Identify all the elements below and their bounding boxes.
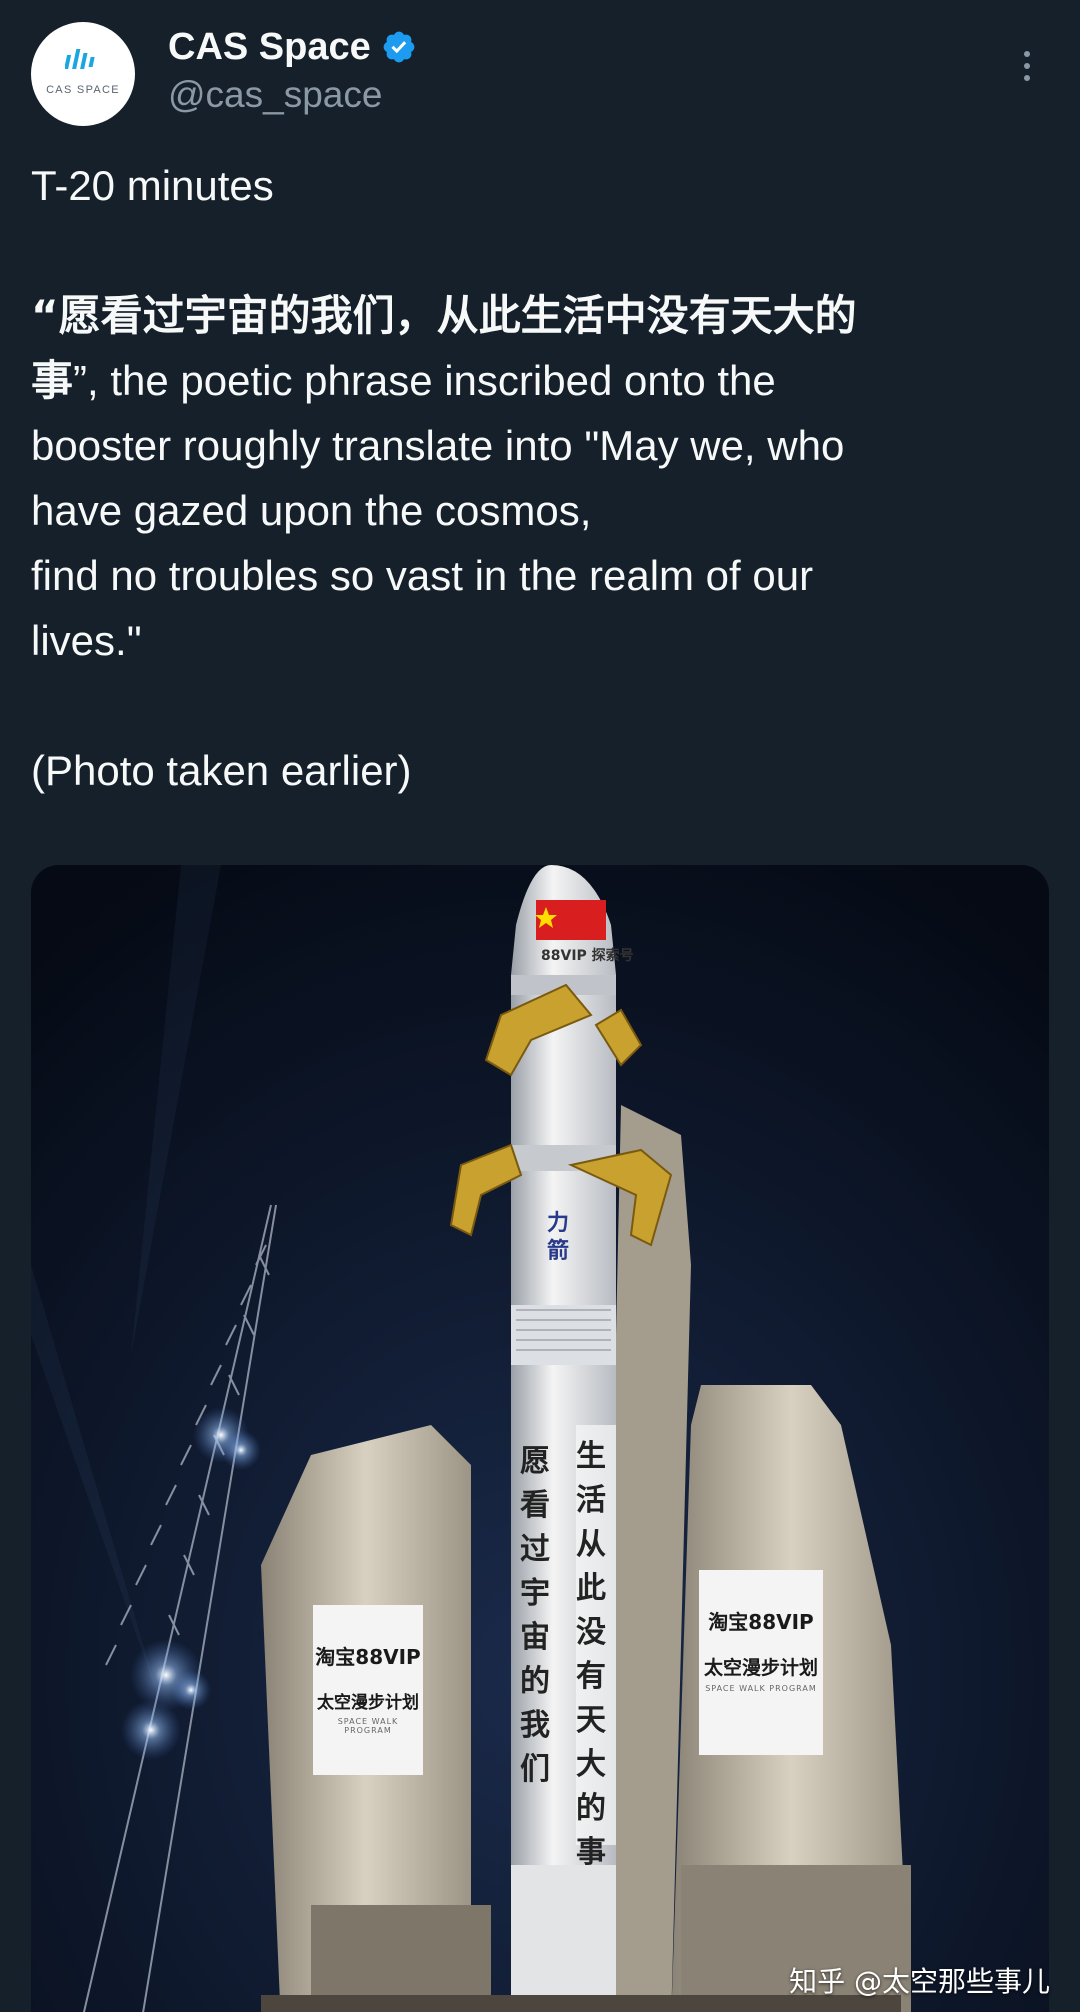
booster-char: 们	[520, 1752, 550, 1787]
booster-right-text: 生 活 从 此 没 有 天 大 的 事	[573, 1435, 609, 1875]
name-row: CAS Space	[168, 22, 417, 72]
more-options-button[interactable]	[1007, 46, 1047, 86]
tweet-photo[interactable]: 88VIP 探索号 力箭 愿 看 过 宇 宙 的 我 们 生 活 从 此 没 有…	[31, 865, 1049, 2012]
tweet-blank-line	[31, 673, 1061, 738]
tweet-line: 事”, the poetic phrase inscribed onto the	[31, 348, 1061, 413]
booster-char: 从	[576, 1527, 606, 1562]
board-brand: 淘宝88VIP	[708, 1610, 814, 1634]
more-dot-icon	[1024, 75, 1030, 81]
watermark: 知乎 @太空那些事儿	[789, 1965, 1050, 1998]
cas-space-logo-icon	[65, 49, 95, 69]
booster-char: 过	[520, 1532, 550, 1567]
board-program: 太空漫步计划	[317, 1693, 419, 1713]
booster-char: 愿	[520, 1444, 550, 1479]
verified-badge-icon	[383, 31, 415, 63]
booster-char: 看	[520, 1488, 550, 1523]
board-program-en: SPACE WALK PROGRAM	[705, 1684, 817, 1693]
sponsor-board-left: 淘宝88VIP 太空漫步计划 SPACE WALK PROGRAM	[313, 1605, 423, 1775]
tweet-blank-line	[31, 218, 1061, 283]
booster-char: 此	[576, 1571, 606, 1606]
rocket-photo-illustration	[31, 865, 1049, 2012]
board-brand: 淘宝88VIP	[315, 1645, 421, 1669]
avatar[interactable]: CAS SPACE	[31, 22, 135, 126]
fairing-label: 88VIP 探索号	[541, 948, 634, 964]
booster-char: 事	[576, 1835, 606, 1870]
booster-char: 的	[520, 1664, 550, 1699]
booster-left-text: 愿 看 过 宇 宙 的 我 们	[517, 1440, 553, 1792]
booster-logo: 力箭	[547, 1211, 570, 1264]
user-handle[interactable]: @cas_space	[168, 74, 382, 116]
avatar-text: CAS SPACE	[46, 84, 120, 96]
more-dot-icon	[1024, 51, 1030, 57]
booster-char: 我	[520, 1708, 550, 1743]
tweet-text: T-20 minutes “愿看过宇宙的我们，从此生活中没有天大的 事”, th…	[31, 153, 1061, 803]
booster-char: 活	[576, 1483, 606, 1518]
booster-char: 的	[576, 1791, 606, 1826]
sponsor-board-right: 淘宝88VIP 太空漫步计划 SPACE WALK PROGRAM	[699, 1570, 823, 1755]
board-program: 太空漫步计划	[703, 1657, 818, 1679]
display-name[interactable]: CAS Space	[168, 26, 371, 69]
booster-char: 天	[576, 1703, 606, 1738]
tweet-line: find no troubles so vast in the realm of…	[31, 552, 814, 599]
tweet-quote-line: “愿看过宇宙的我们，从此生活中没有天大的	[31, 291, 857, 340]
tweet-quote-tail: 事	[31, 356, 74, 405]
booster-char: 宙	[520, 1620, 550, 1655]
booster-char: 大	[576, 1747, 606, 1782]
booster-char: 宇	[520, 1576, 550, 1611]
more-dot-icon	[1024, 63, 1030, 69]
booster-char: 没	[576, 1615, 606, 1650]
tweet-line: lives."	[31, 617, 142, 664]
booster-char: 有	[576, 1659, 606, 1694]
tweet-line: T-20 minutes	[31, 162, 274, 209]
tweet-line: have gazed upon the cosmos,	[31, 487, 592, 534]
tweet-line: booster roughly translate into "May we, …	[31, 422, 845, 469]
tweet-header: CAS SPACE CAS Space @cas_space	[31, 22, 1049, 130]
tweet-line-rest: ”, the poetic phrase inscribed onto the	[73, 357, 776, 404]
board-program-en: SPACE WALK PROGRAM	[337, 1717, 399, 1735]
booster-char: 生	[576, 1439, 606, 1474]
tweet-line: (Photo taken earlier)	[31, 747, 412, 794]
